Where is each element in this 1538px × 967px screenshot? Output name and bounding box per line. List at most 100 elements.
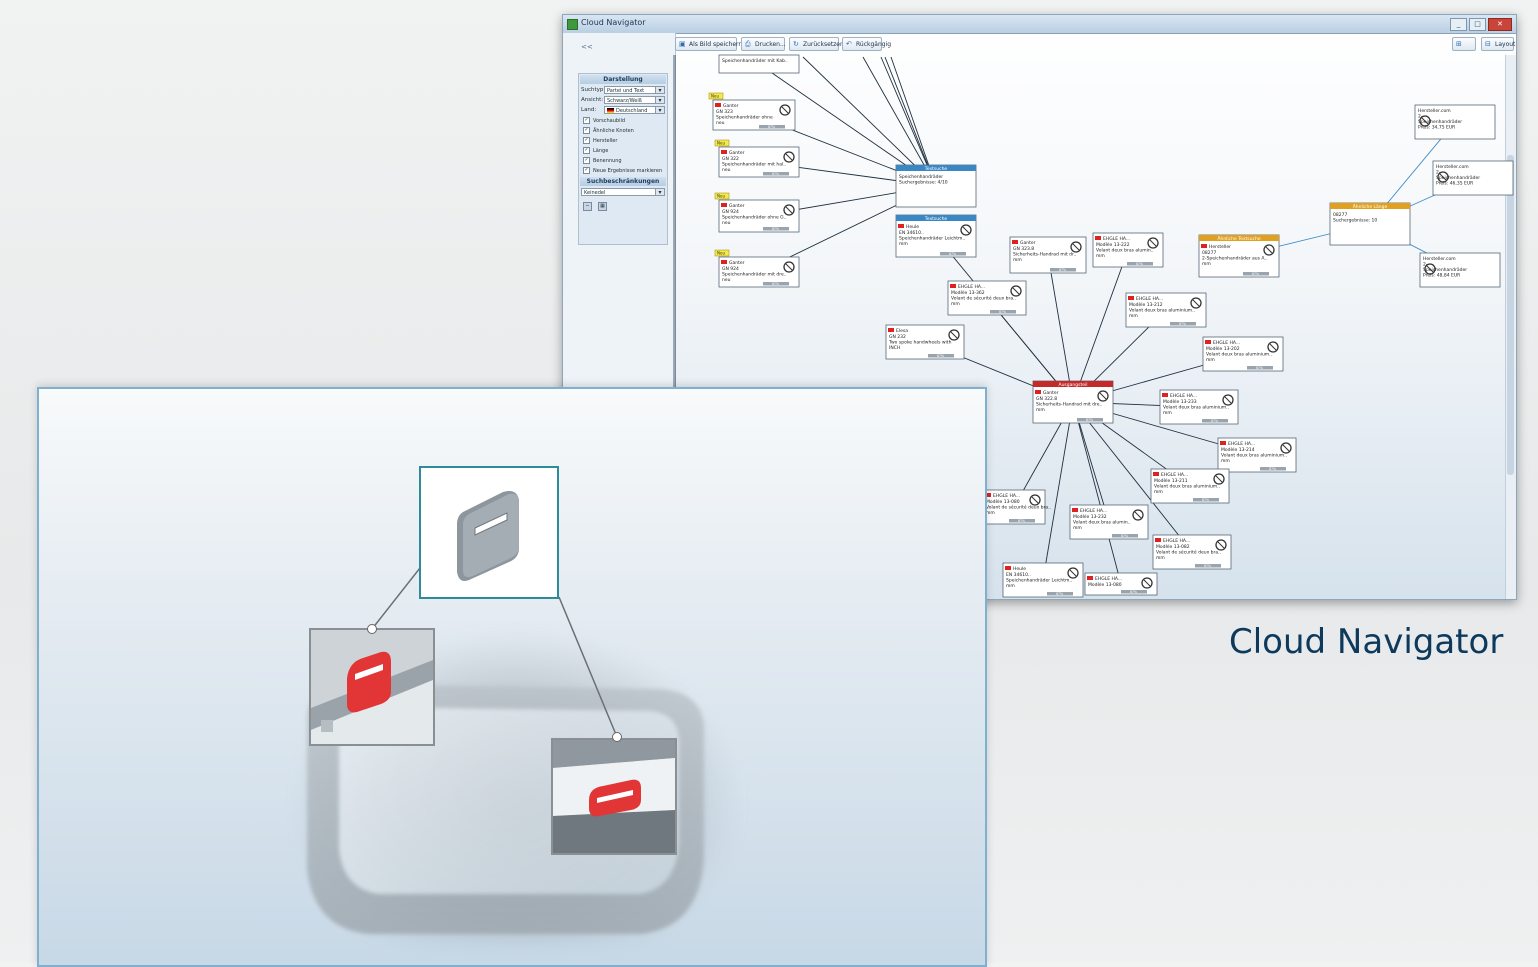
graph-node-g3[interactable]: Neu GanterGN 924Speichenhandräder ohne G.… <box>714 192 800 233</box>
node-text: Modèle 13-082 <box>1156 543 1190 550</box>
node-text: 08277 <box>1202 250 1216 256</box>
match-percent: 87% <box>1204 564 1211 568</box>
node-text: Modèle 13-211 <box>1154 477 1188 484</box>
node-text: mm <box>1129 314 1138 319</box>
graph-node-ehgle10[interactable]: EHGLE HA...Modèle 13-080Volant de sécuri… <box>982 489 1051 525</box>
node-brand: EHGLE HA... <box>1080 508 1107 514</box>
match-percent: 87% <box>1121 534 1128 538</box>
graph-node-ehgle7[interactable]: EHGLE HA...Modèle 13-211Volant deux bras… <box>1150 468 1230 504</box>
node-text: Volant deux bras aluminium.. <box>1129 308 1195 314</box>
node-text: Modèle 13-080 <box>1088 581 1122 588</box>
node-text: INCH <box>889 345 900 351</box>
graph-node-center[interactable]: AusgangsteilGanterGN 322.8Sicherheits-Ha… <box>1032 380 1114 424</box>
brand-logo-icon <box>1087 576 1093 580</box>
new-badge-label: Neu <box>711 94 719 99</box>
node-text: Modèle 13-222 <box>1096 241 1130 248</box>
match-percent: 87% <box>1136 262 1143 266</box>
node-text: Volant deux bras aluminium.. <box>1163 405 1229 411</box>
match-percent: 87% <box>1059 268 1066 272</box>
graph-node-h3[interactable]: Hersteller.com2-SpeichenhandräderPreis: … <box>1419 252 1501 288</box>
brand-logo-icon <box>950 284 956 288</box>
node-text: Speichenhandräder Leichtm.. <box>1006 578 1072 584</box>
connector-dot-right <box>612 732 622 742</box>
node-text: mm <box>1221 459 1230 464</box>
node-text: Sicherheits-Handrad mit dr.. <box>1013 252 1076 258</box>
graph-node-search1[interactable]: Textsuche SpeichenhandräderSuchergebnisse… <box>895 164 977 208</box>
graph-node-top[interactable]: Speichenhandräder mit Kab.. <box>718 54 800 74</box>
node-text: Sicherheits-Handrad mit dre.. <box>1036 402 1102 408</box>
brand-logo-icon <box>1035 390 1041 394</box>
node-text: Speichenhandräder <box>1436 175 1480 181</box>
graph-node-ehgle1[interactable]: EHGLE HA...Modèle 13-222Volant deux bras… <box>1092 232 1164 268</box>
node-brand: EHGLE HA... <box>993 493 1020 499</box>
node-header: Ausgangsteil <box>1059 382 1088 388</box>
node-text: Two spoke handwheels with <box>888 340 952 346</box>
node-text: GN 232 <box>889 334 906 340</box>
graph-node-h2[interactable]: Hersteller.com2-SpeichenhandräderPreis: … <box>1432 160 1514 196</box>
node-brand: Ganter <box>723 103 739 109</box>
node-text: Speichenhandräder ohne G.. <box>722 215 787 221</box>
node-text: Modèle 13-214 <box>1221 446 1255 453</box>
graph-node-g1[interactable]: Neu GanterGN 323Speichenhandräder ohneneu… <box>708 92 796 131</box>
match-percent: 87% <box>1202 498 1209 502</box>
match-percent: 87% <box>772 282 779 286</box>
graph-node-ehgle2[interactable]: EHGLE HA...Modèle 13-362Volant de sécuri… <box>947 280 1027 316</box>
node-header: Textsuche <box>924 166 948 172</box>
match-percent: 87% <box>772 172 779 176</box>
graph-node-gn3238[interactable]: GanterGN 323.8Sicherheits-Handrad mit dr… <box>1009 236 1087 274</box>
graph-node-elesa[interactable]: ElesaGN 232Two spoke handwheels withINCH… <box>885 324 965 360</box>
node-text: neu <box>722 168 731 173</box>
graph-node-g4[interactable]: Neu GanterGN 924Speichenhandräder mit dre… <box>714 249 800 288</box>
graph-edge <box>1047 254 1074 403</box>
node-text: Volant de sécurité deux bra.. <box>1156 549 1221 556</box>
node-text: mm <box>1006 584 1015 589</box>
zoom-detail-main <box>419 466 559 599</box>
graph-node-heule2[interactable]: HeuleEN 34610..Speichenhandräder Leichtm… <box>1002 562 1084 598</box>
node-text: mm <box>1036 408 1045 413</box>
node-brand: EHGLE HA... <box>1170 393 1197 399</box>
node-text: Modèle 13-202 <box>1206 345 1240 352</box>
graph-node-ehgle8[interactable]: EHGLE HA...Modèle 13-232Volant deux bras… <box>1069 504 1149 540</box>
graph-node-g2[interactable]: Neu GanterGN 322Speichenhandräder mit hal… <box>714 139 800 178</box>
node-text: Volant deux bras aluminium.. <box>1154 484 1220 490</box>
node-text: Suchergebnisse: 4/10 <box>899 180 948 186</box>
brand-logo-icon <box>721 260 727 264</box>
node-text: Volant de sécurité deux bra.. <box>986 504 1051 511</box>
brand-logo-icon <box>1012 240 1018 244</box>
brand-logo-icon <box>1201 244 1207 248</box>
match-percent: 87% <box>1018 519 1025 523</box>
node-text: Modèle 13-212 <box>1129 301 1163 308</box>
graph-node-ehgle4[interactable]: EHGLE HA...Modèle 13-202Volant deux bras… <box>1202 336 1284 372</box>
zoom-detail-left <box>309 628 435 746</box>
graph-node-ehgle3[interactable]: EHGLE HA...Modèle 13-212Volant deux bras… <box>1125 292 1207 328</box>
graph-node-similar[interactable]: Ähnliche Textsuche Hersteller082772-Speic… <box>1198 234 1280 278</box>
brand-logo-icon <box>1005 566 1011 570</box>
node-text: Hersteller.com <box>1436 164 1469 170</box>
node-text: 2-Speichenhandräder aus A.. <box>1202 256 1267 262</box>
node-text: Volant de sécurité deux bra.. <box>951 295 1016 302</box>
graph-node-ehgle6[interactable]: EHGLE HA...Modèle 13-214Volant deux bras… <box>1217 437 1297 473</box>
node-header: Ähnliche Textsuche <box>1217 235 1260 242</box>
graph-node-ehgle5[interactable]: EHGLE HA...Modèle 13-233Volant deux bras… <box>1159 389 1239 425</box>
graph-node-heule[interactable]: Textsuche HeuleEN 34610..Speichenhandräde… <box>895 214 977 258</box>
node-text: Speichenhandräder <box>1423 267 1467 273</box>
node-text: Speichenhandräder <box>1418 119 1462 125</box>
node-brand: Ganter <box>1043 390 1059 396</box>
node-brand: EHGLE HA... <box>1136 296 1163 302</box>
graph-node-h1[interactable]: Hersteller.com2-SpeichenhandräderPreis: … <box>1414 104 1496 140</box>
match-percent: 87% <box>1130 590 1137 594</box>
match-percent: 87% <box>1256 366 1263 370</box>
graph-node-ehgle11[interactable]: EHGLE HA...Modèle 13-080 87% <box>1084 572 1158 596</box>
new-badge-label: Neu <box>717 194 725 199</box>
node-text: Modèle 13-233 <box>1163 398 1197 405</box>
graph-node-ext_search[interactable]: Ähnliche Länge 08277Suchergebnisse: 10 <box>1329 202 1411 246</box>
brand-logo-icon <box>721 203 727 207</box>
brand-logo-icon <box>1155 538 1161 542</box>
node-text: mm <box>951 302 960 307</box>
match-percent: 87% <box>1056 592 1063 596</box>
node-box[interactable] <box>718 54 800 74</box>
cloud-navigator-caption: Cloud Navigator <box>1229 622 1504 662</box>
graph-node-ehgle9[interactable]: EHGLE HA...Modèle 13-082Volant de sécuri… <box>1152 534 1232 570</box>
match-percent: 87% <box>937 354 944 358</box>
match-percent: 87% <box>1179 322 1186 326</box>
